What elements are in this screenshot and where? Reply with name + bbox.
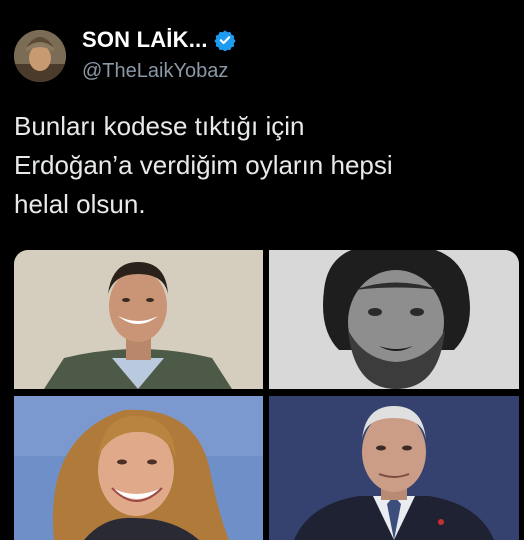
media-photo[interactable] [269,250,519,389]
media-photo[interactable] [269,396,519,540]
media-photo[interactable] [14,250,263,389]
tweet-card[interactable]: SON LAİK... @TheLaikYobaz Bunları kodese… [0,0,524,540]
verified-badge-icon [214,30,236,51]
tweet-text: Bunları kodese tıktığı için Erdoğan’a ve… [14,107,514,224]
media-grid [14,250,519,540]
display-name[interactable]: SON LAİK... [82,27,208,53]
media-photo[interactable] [14,396,263,540]
tweet-text-line: Bunları kodese tıktığı için [14,111,305,141]
avatar[interactable] [14,30,66,82]
tweet-text-line: helal olsun. [14,189,146,219]
handle[interactable]: @TheLaikYobaz [82,60,228,83]
tweet-text-line: Erdoğan’a verdiğim oyların hepsi [14,150,393,180]
